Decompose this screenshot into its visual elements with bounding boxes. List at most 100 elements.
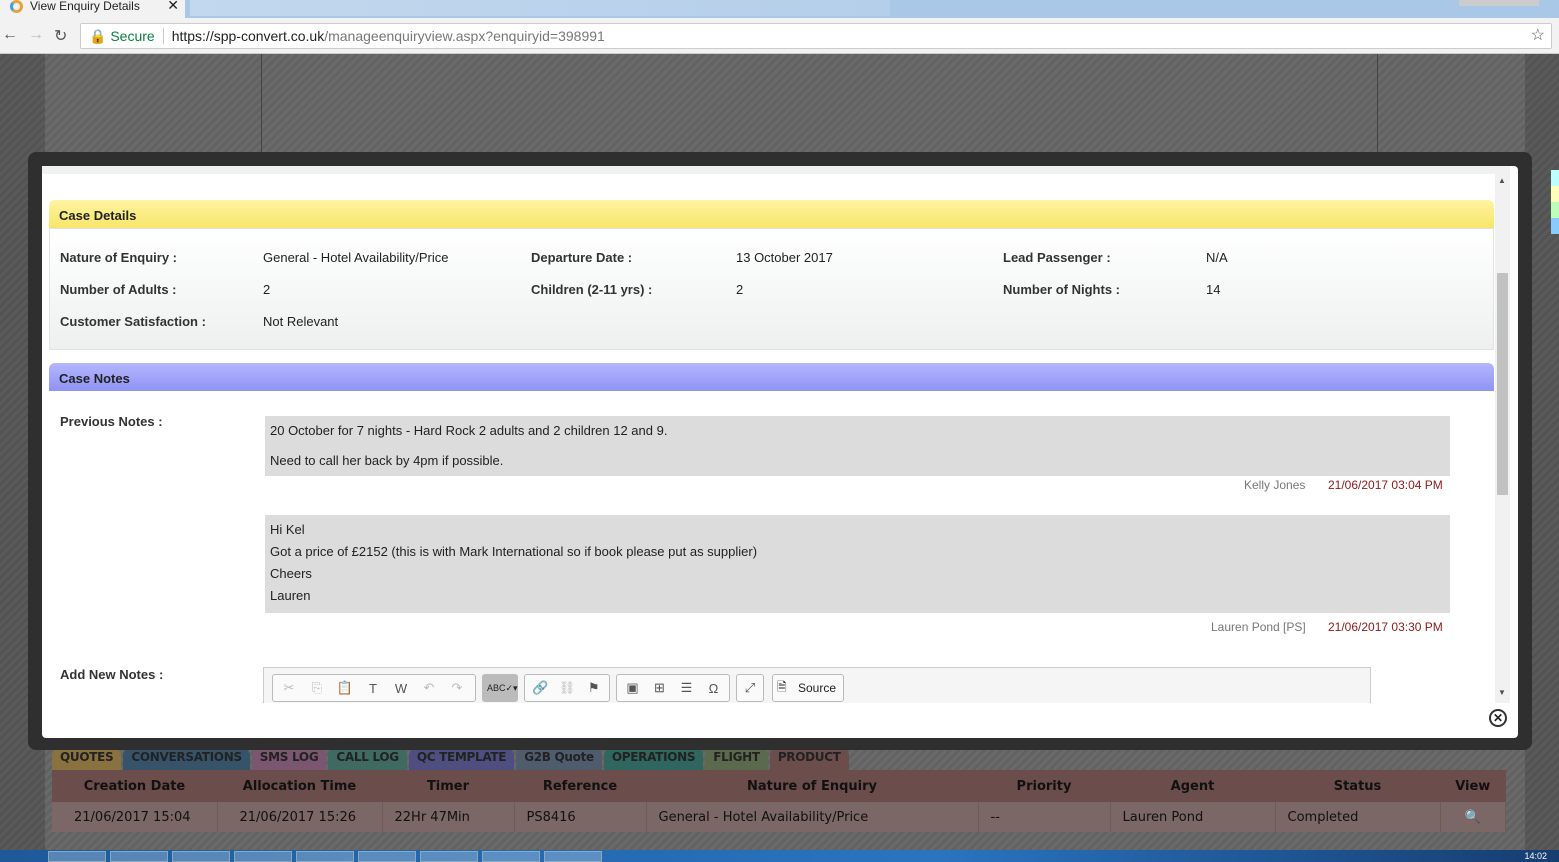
spellcheck-button[interactable]: ABC✓▾ xyxy=(482,674,518,702)
col-reference: Reference xyxy=(514,770,646,802)
note-date: 21/06/2017 03:30 PM xyxy=(1328,620,1443,634)
note: Hi Kel Got a price of £2152 (this is wit… xyxy=(265,515,1450,613)
note-line: 20 October for 7 nights - Hard Rock 2 ad… xyxy=(270,423,668,438)
note: 20 October for 7 nights - Hard Rock 2 ad… xyxy=(265,416,1450,476)
field-value: 2 xyxy=(736,282,744,297)
taskbar-app-icon[interactable] xyxy=(110,851,168,862)
enquiry-modal: Case Details Nature of Enquiry : General… xyxy=(28,152,1532,750)
field-label: Departure Date : xyxy=(531,250,633,265)
table-header-row: Creation Date Allocation Time Timer Refe… xyxy=(52,770,1506,802)
clipped-row xyxy=(42,166,1495,174)
field-value: 13 October 2017 xyxy=(736,250,833,265)
cell: 22Hr 47Min xyxy=(382,802,515,832)
os-taskbar: 14:02 xyxy=(0,850,1559,862)
cell: Lauren Pond xyxy=(1110,802,1276,832)
col-nature: Nature of Enquiry xyxy=(646,770,978,802)
col-view: View xyxy=(1440,770,1506,802)
paste-text-icon[interactable]: T xyxy=(361,681,385,696)
forward-icon[interactable]: → xyxy=(28,26,44,44)
window-controls[interactable] xyxy=(1459,0,1539,6)
table-row: 21/06/2017 15:04 21/06/2017 15:26 22Hr 4… xyxy=(52,802,1506,832)
bookmark-star-icon[interactable]: ☆ xyxy=(1531,24,1545,48)
cell: General - Hotel Availability/Price xyxy=(646,802,979,832)
browser-tab-strip: View Enquiry Details ✕ xyxy=(0,0,1559,18)
case-details-header: Case Details xyxy=(49,200,1494,228)
reload-icon[interactable]: ↻ xyxy=(54,26,67,46)
maximize-button[interactable]: ⤢ xyxy=(736,674,764,702)
table-icon[interactable]: ⊞ xyxy=(648,680,671,696)
taskbar-app-icon[interactable] xyxy=(296,851,354,862)
case-notes-header: Case Notes xyxy=(49,363,1494,391)
note-line: Cheers xyxy=(270,566,312,581)
image-icon[interactable]: ▣ xyxy=(621,680,644,696)
note-line: Got a price of £2152 (this is with Mark … xyxy=(270,544,758,559)
back-icon[interactable]: ← xyxy=(2,26,18,44)
modal-scrollbar[interactable]: ▲ ▼ xyxy=(1495,166,1510,703)
close-icon: ✕ xyxy=(1492,711,1504,725)
tab-title: View Enquiry Details xyxy=(30,0,140,13)
field-value: General - Hotel Availability/Price xyxy=(263,250,449,265)
spellcheck-icon: ABC✓▾ xyxy=(487,682,518,693)
undo-icon[interactable]: ↶ xyxy=(417,680,441,696)
taskbar-app-icon[interactable] xyxy=(420,851,478,862)
close-tab-icon[interactable]: ✕ xyxy=(167,0,179,14)
scroll-up-icon[interactable]: ▲ xyxy=(1498,176,1506,185)
cut-icon[interactable]: ✂ xyxy=(277,680,301,696)
field-label: Customer Satisfaction : xyxy=(60,314,206,329)
view-magnifier-icon[interactable]: 🔍 xyxy=(1440,802,1506,832)
field-value: N/A xyxy=(1206,250,1228,265)
clipboard-group: ✂ ⎘ 📋 T W ↶ ↷ xyxy=(272,674,476,702)
chrome-icon xyxy=(10,0,23,13)
editor-toolbar: ✂ ⎘ 📋 T W ↶ ↷ ABC✓▾ 🔗 ⛓ ⚑ ▣ ⊞ ☰ Ω ⤢ 🗎 So… xyxy=(263,667,1371,703)
unlink-icon[interactable]: ⛓ xyxy=(556,680,579,696)
note-line: Lauren xyxy=(270,588,311,603)
cell: PS8416 xyxy=(514,802,647,832)
note-line: Hi Kel xyxy=(270,522,305,537)
note-line: Need to call her back by 4pm if possible… xyxy=(270,453,504,468)
insert-group: ▣ ⊞ ☰ Ω xyxy=(616,674,730,702)
horizontal-line-icon[interactable]: ☰ xyxy=(675,680,698,696)
cell: -- xyxy=(978,802,1111,832)
taskbar-app-icon[interactable] xyxy=(482,851,540,862)
divider xyxy=(1377,54,1378,154)
maximize-icon: ⤢ xyxy=(744,680,756,695)
close-modal-button[interactable]: ✕ xyxy=(1489,709,1507,727)
source-button[interactable]: 🗎 Source xyxy=(772,674,844,702)
paste-word-icon[interactable]: W xyxy=(389,681,413,696)
anchor-flag-icon[interactable]: ⚑ xyxy=(582,680,605,696)
enquiry-table: Creation Date Allocation Time Timer Refe… xyxy=(52,770,1506,832)
source-label: Source xyxy=(798,681,837,695)
field-value: 2 xyxy=(263,282,271,297)
previous-notes-label: Previous Notes : xyxy=(60,414,163,429)
browser-tab[interactable]: View Enquiry Details ✕ xyxy=(0,0,185,18)
scroll-down-icon[interactable]: ▼ xyxy=(1498,688,1506,697)
paste-icon[interactable]: 📋 xyxy=(333,680,357,696)
taskbar-app-icon[interactable] xyxy=(544,851,602,862)
security-label: Secure xyxy=(110,28,164,44)
add-notes-label: Add New Notes : xyxy=(60,667,164,682)
note-author: Kelly Jones xyxy=(1244,478,1306,492)
field-value: Not Relevant xyxy=(263,314,339,329)
source-doc-icon: 🗎 xyxy=(777,679,787,694)
note-date: 21/06/2017 03:04 PM xyxy=(1328,478,1443,492)
cell: 21/06/2017 15:26 xyxy=(217,802,383,832)
col-creation-date: Creation Date xyxy=(52,770,217,802)
case-details-body: Nature of Enquiry : General - Hotel Avai… xyxy=(49,228,1494,350)
redo-icon[interactable]: ↷ xyxy=(445,680,469,696)
note-author: Lauren Pond [PS] xyxy=(1211,620,1306,634)
url-host: https://spp-convert.co.uk xyxy=(171,28,325,44)
other-tabs[interactable] xyxy=(190,0,890,16)
scroll-thumb[interactable] xyxy=(1497,273,1508,495)
taskbar-app-icon[interactable] xyxy=(358,851,416,862)
special-char-omega-icon[interactable]: Ω xyxy=(702,681,725,696)
taskbar-ie-icon[interactable] xyxy=(48,851,106,862)
lock-icon: 🔒 xyxy=(89,28,107,44)
taskbar-firefox-icon[interactable] xyxy=(234,851,292,862)
link-icon[interactable]: 🔗 xyxy=(529,680,552,696)
copy-icon[interactable]: ⎘ xyxy=(305,680,329,696)
cell: 21/06/2017 15:04 xyxy=(52,802,218,832)
url-input[interactable]: 🔒 Secure https://spp-convert.co.uk/manage… xyxy=(80,23,1552,49)
side-strip xyxy=(1551,170,1559,234)
url-path: /manageenquiryview.aspx?enquiryid=398991 xyxy=(324,28,605,44)
taskbar-chrome-icon[interactable] xyxy=(172,851,230,862)
